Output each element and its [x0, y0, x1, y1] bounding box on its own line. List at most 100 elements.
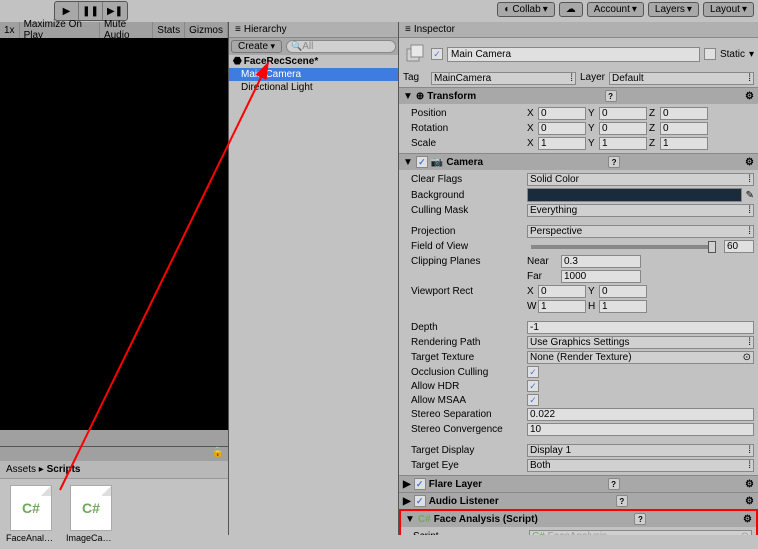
help-icon[interactable]: ?	[634, 513, 646, 525]
hdr-checkbox[interactable]: ✓	[527, 380, 539, 392]
help-icon[interactable]: ?	[608, 156, 620, 168]
fov-slider[interactable]	[531, 245, 716, 249]
target-texture-label: Target Texture	[403, 352, 523, 363]
projection-dropdown[interactable]: Perspective⁞	[527, 225, 754, 238]
viewport-y[interactable]	[599, 285, 647, 298]
script-file-faceanalysis[interactable]: C# FaceAnalysi...	[6, 485, 56, 543]
step-button[interactable]: ▶❚	[103, 2, 127, 20]
background-color[interactable]	[527, 188, 742, 202]
static-dropdown-icon[interactable]: ▾	[749, 49, 754, 60]
collab-button[interactable]: ◐Collab▾	[497, 2, 554, 17]
depth-label: Depth	[403, 322, 523, 333]
project-toolbar: 🔒	[0, 447, 228, 461]
account-button[interactable]: Account▾	[587, 2, 644, 17]
clip-far[interactable]	[561, 270, 641, 283]
gear-icon[interactable]: ⚙	[745, 157, 754, 168]
breadcrumb-scripts[interactable]: Scripts	[47, 464, 81, 475]
camera-enabled-checkbox[interactable]: ✓	[416, 156, 428, 168]
layer-dropdown[interactable]: Default⁞	[609, 72, 754, 85]
rendering-path-label: Rendering Path	[403, 337, 523, 348]
scale-x[interactable]	[538, 137, 586, 150]
stereo-sep-field[interactable]	[527, 408, 754, 421]
audio-listener-component: ▶✓Audio Listener?⚙	[399, 492, 758, 509]
target-eye-dropdown[interactable]: Both⁞	[527, 459, 754, 472]
gear-icon[interactable]: ⚙	[745, 479, 754, 490]
viewport-h[interactable]	[599, 300, 647, 313]
gear-icon[interactable]: ⚙	[743, 514, 752, 525]
game-view[interactable]	[0, 38, 228, 430]
help-icon[interactable]: ?	[616, 495, 628, 507]
rendering-path-dropdown[interactable]: Use Graphics Settings⁞	[527, 336, 754, 349]
unity-icon: ⬣	[233, 56, 242, 67]
foldout-icon[interactable]: ▼	[405, 514, 415, 525]
clip-near[interactable]	[561, 255, 641, 268]
hierarchy-item-directional-light[interactable]: Directional Light	[229, 81, 398, 94]
position-z[interactable]	[660, 107, 708, 120]
msaa-checkbox[interactable]: ✓	[527, 394, 539, 406]
viewport-label: Viewport Rect	[403, 286, 523, 297]
gizmos-toggle[interactable]: Gizmos	[185, 22, 228, 38]
foldout-icon[interactable]: ▼	[403, 91, 413, 102]
camera-component: ▼✓📷Camera?⚙ Clear FlagsSolid Color⁞ Back…	[399, 153, 758, 475]
depth-field[interactable]	[527, 321, 754, 334]
fov-value[interactable]	[724, 240, 754, 253]
tag-dropdown[interactable]: MainCamera⁞	[431, 72, 576, 85]
active-checkbox[interactable]: ✓	[431, 48, 443, 60]
rotation-z[interactable]	[660, 122, 708, 135]
gear-icon[interactable]: ⚙	[745, 496, 754, 507]
layers-button[interactable]: Layers▾	[648, 2, 699, 17]
scene-root[interactable]: ⬣FaceRecScene*	[229, 55, 398, 68]
scale-y[interactable]	[599, 137, 647, 150]
breadcrumb-assets[interactable]: Assets	[6, 464, 36, 475]
playback-controls: ▶ ❚❚ ▶❚	[54, 1, 128, 21]
viewport-w[interactable]	[538, 300, 586, 313]
maximize-toggle[interactable]: Maximize On Play	[20, 22, 100, 38]
hierarchy-tab[interactable]: ≡Hierarchy	[229, 22, 398, 38]
help-icon[interactable]: ?	[605, 90, 617, 102]
pause-button[interactable]: ❚❚	[79, 2, 103, 20]
hierarchy-item-main-camera[interactable]: Main Camera	[229, 68, 398, 81]
menu-icon: ≡	[405, 24, 411, 35]
zoom-level[interactable]: 1x	[0, 22, 20, 38]
rotation-y[interactable]	[599, 122, 647, 135]
target-texture-field[interactable]: None (Render Texture)⊙	[527, 351, 754, 364]
audio-enabled-checkbox[interactable]: ✓	[414, 495, 426, 507]
object-name-field[interactable]	[447, 47, 700, 62]
occlusion-checkbox[interactable]: ✓	[527, 366, 539, 378]
flare-enabled-checkbox[interactable]: ✓	[414, 478, 426, 490]
create-button[interactable]: Create ▾	[231, 40, 282, 53]
script-field[interactable]: C# FaceAnalysis⊙	[529, 530, 752, 535]
cloud-button[interactable]: ☁	[559, 2, 583, 17]
viewport-x[interactable]	[538, 285, 586, 298]
scale-z[interactable]	[660, 137, 708, 150]
foldout-icon[interactable]: ▼	[403, 157, 413, 168]
hierarchy-search[interactable]: 🔍All	[286, 40, 396, 53]
hdr-label: Allow HDR	[403, 381, 523, 392]
script-file-imagecapture[interactable]: C# ImageCaptu...	[66, 485, 116, 543]
stereo-conv-field[interactable]	[527, 423, 754, 436]
gear-icon[interactable]: ⚙	[745, 91, 754, 102]
msaa-label: Allow MSAA	[403, 395, 523, 406]
play-button[interactable]: ▶	[55, 2, 79, 20]
target-display-dropdown[interactable]: Display 1⁞	[527, 444, 754, 457]
project-panel: 🔒 Assets ▸ Scripts C# FaceAnalysi... C# …	[0, 446, 228, 535]
position-label: Position	[403, 108, 523, 119]
stats-toggle[interactable]: Stats	[153, 22, 185, 38]
position-y[interactable]	[599, 107, 647, 120]
tag-label: Tag	[403, 72, 427, 85]
rotation-label: Rotation	[403, 123, 523, 134]
foldout-icon[interactable]: ▶	[403, 496, 411, 507]
inspector-tab[interactable]: ≡Inspector	[399, 22, 758, 38]
clear-flags-dropdown[interactable]: Solid Color⁞	[527, 173, 754, 186]
foldout-icon[interactable]: ▶	[403, 479, 411, 490]
culling-mask-dropdown[interactable]: Everything⁞	[527, 204, 754, 217]
lock-icon[interactable]: 🔒	[212, 447, 224, 461]
rotation-x[interactable]	[538, 122, 586, 135]
gameobject-icon[interactable]	[403, 42, 427, 66]
static-checkbox[interactable]	[704, 48, 716, 60]
help-icon[interactable]: ?	[608, 478, 620, 490]
mute-toggle[interactable]: Mute Audio	[100, 22, 153, 38]
position-x[interactable]	[538, 107, 586, 120]
layout-button[interactable]: Layout▾	[703, 2, 754, 17]
color-picker-icon[interactable]: ✎	[746, 190, 754, 201]
